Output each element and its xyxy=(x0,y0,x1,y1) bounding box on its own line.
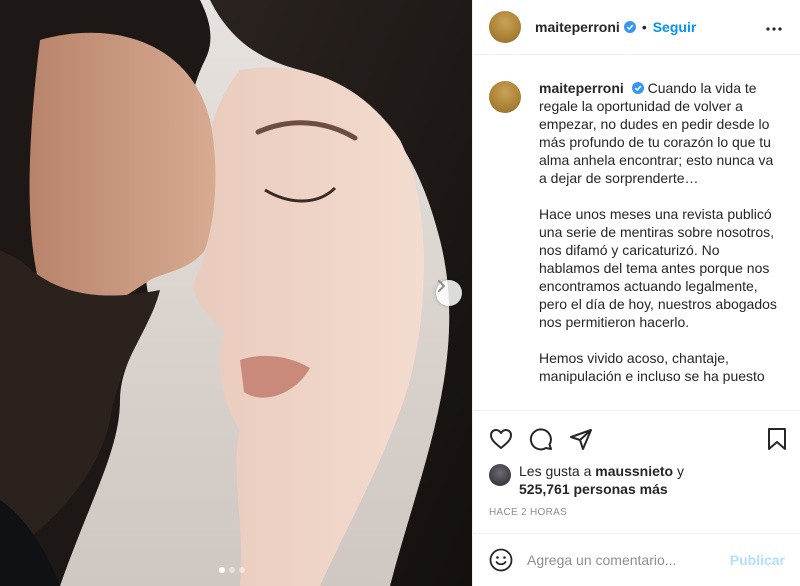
likes-prefix: Les gusta a xyxy=(519,463,596,479)
publish-button[interactable]: Publicar xyxy=(730,552,785,568)
comment-input[interactable] xyxy=(527,552,722,568)
avatar[interactable] xyxy=(489,11,521,43)
post-side-panel: maiteperroni • Seguir maiteperroni Cuand… xyxy=(472,0,800,586)
likes-summary: Les gusta a maussnieto y 525,761 persona… xyxy=(489,462,684,498)
post-timestamp[interactable]: Hace 2 horas xyxy=(489,507,567,518)
likes-middle: y xyxy=(673,463,684,479)
carousel-dot xyxy=(239,567,245,573)
next-photo-button[interactable] xyxy=(436,280,462,306)
comment-icon[interactable] xyxy=(529,427,553,451)
likes-count-link[interactable]: 525,761 personas más xyxy=(519,481,668,497)
likes-text: Les gusta a maussnieto y 525,761 persona… xyxy=(519,462,684,498)
caption-paragraph: Hace unos meses una revista publicó una … xyxy=(539,206,777,330)
avatar[interactable] xyxy=(489,464,511,486)
carousel-dots xyxy=(219,567,245,573)
caption-text: maiteperroni Cuando la vida te regale la… xyxy=(539,79,784,385)
carousel-dot-active xyxy=(219,567,225,573)
comment-bar: Publicar xyxy=(473,533,800,586)
caption-username[interactable]: maiteperroni xyxy=(539,80,624,96)
smiley-icon[interactable] xyxy=(489,548,513,572)
post-username[interactable]: maiteperroni xyxy=(535,19,620,35)
caption: maiteperroni Cuando la vida te regale la… xyxy=(489,79,784,385)
caption-paragraph: Hemos vivido acoso, chantaje, manipulaci… xyxy=(539,350,765,384)
verified-badge-icon xyxy=(631,82,644,94)
post-header: maiteperroni • Seguir xyxy=(473,0,800,55)
more-horizontal-icon[interactable] xyxy=(766,18,782,36)
follow-button[interactable]: Seguir xyxy=(653,19,697,35)
caption-area: maiteperroni Cuando la vida te regale la… xyxy=(473,55,800,385)
paper-plane-icon[interactable] xyxy=(569,427,593,451)
verified-badge-icon xyxy=(623,21,636,33)
action-bar xyxy=(473,410,800,466)
liker-username[interactable]: maussnieto xyxy=(595,463,673,479)
caption-avatar[interactable] xyxy=(489,81,521,113)
separator-dot: • xyxy=(641,19,647,35)
bookmark-icon[interactable] xyxy=(767,427,787,456)
post-photo[interactable] xyxy=(0,0,472,586)
carousel-dot xyxy=(229,567,235,573)
instagram-post: maiteperroni • Seguir maiteperroni Cuand… xyxy=(0,0,800,586)
couple-photo-illustration xyxy=(0,0,472,586)
heart-icon[interactable] xyxy=(489,427,513,451)
